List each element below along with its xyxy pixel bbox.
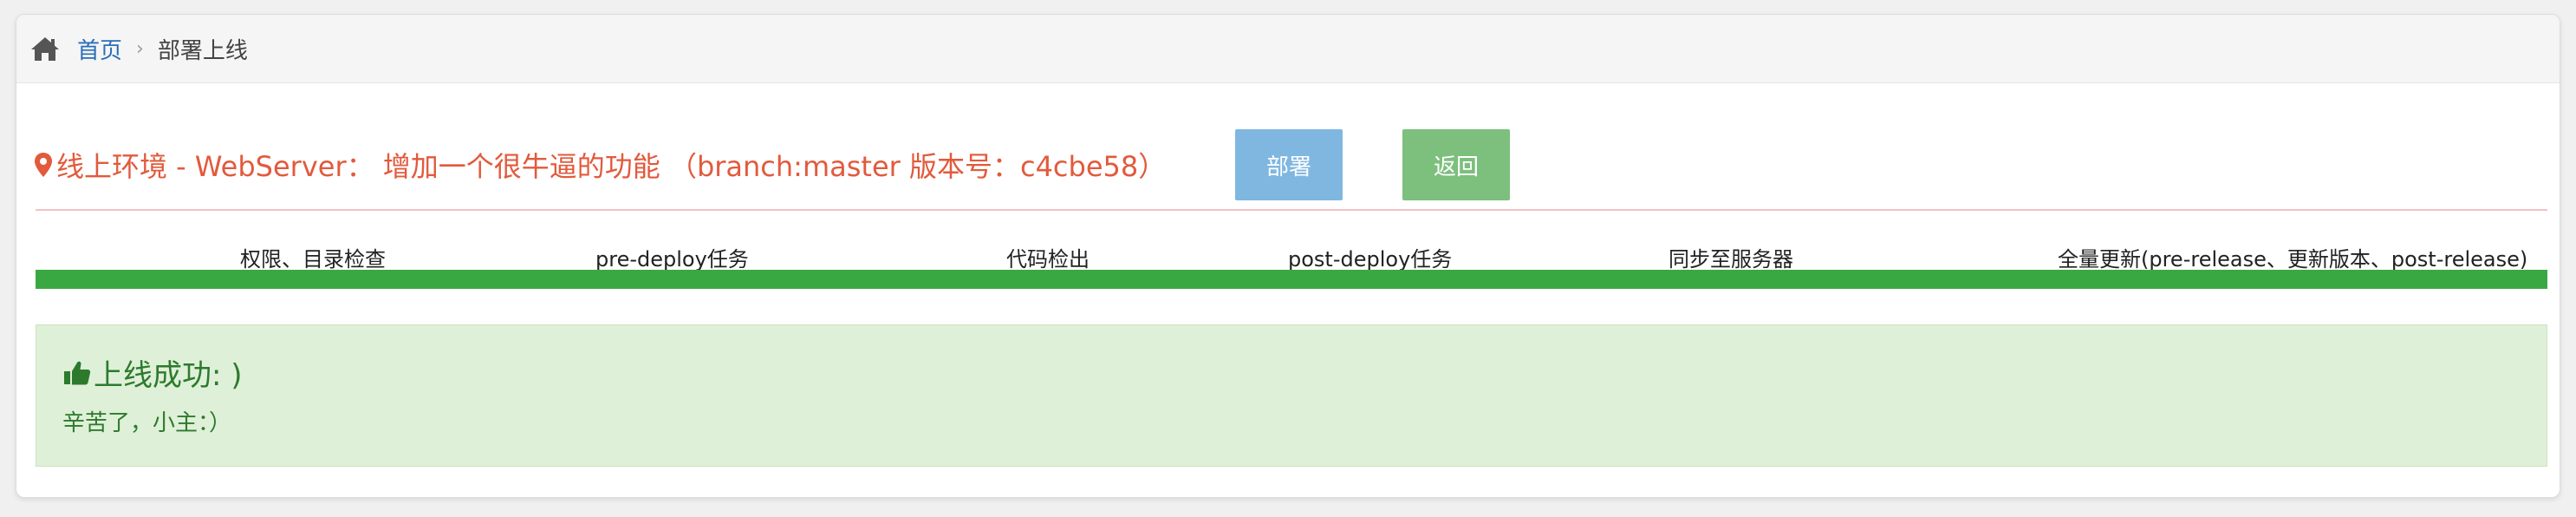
breadcrumb-current: 部署上线 <box>157 37 248 64</box>
deploy-button[interactable]: 部署 <box>1235 129 1343 200</box>
step-label-sync-servers: 同步至服务器 <box>1669 247 1793 272</box>
success-heading: 上线成功: ) <box>62 351 243 394</box>
breadcrumb-home-link[interactable]: 首页 <box>77 33 122 65</box>
step-label-code-checkout: 代码检出 <box>1006 247 1090 272</box>
thumbs-up-icon <box>62 359 92 387</box>
map-marker-icon <box>34 152 53 178</box>
divider <box>36 209 2547 211</box>
app-window: 首页 › 部署上线 线上环境 - WebServer： 增加一个很牛逼的功能 （… <box>16 14 2560 498</box>
success-alert: 上线成功: ) 辛苦了，小主：） <box>36 324 2547 467</box>
breadcrumb: 首页 › 部署上线 <box>16 15 2560 83</box>
step-label-full-update: 全量更新(pre-release、更新版本、post-release) <box>2058 247 2528 272</box>
deploy-progress-fill <box>36 270 2547 289</box>
step-label-pre-deploy: pre-deploy任务 <box>595 247 749 272</box>
step-label-permission-check: 权限、目录检查 <box>240 247 386 272</box>
success-heading-text: 上线成功: ) <box>94 358 243 393</box>
success-message: 辛苦了，小主：） <box>62 410 232 436</box>
step-label-post-deploy: post-deploy任务 <box>1288 247 1453 272</box>
back-button[interactable]: 返回 <box>1402 129 1510 200</box>
deploy-progress-bar <box>36 270 2547 289</box>
page-title: 线上环境 - WebServer： 增加一个很牛逼的功能 （branch:mas… <box>56 150 1167 183</box>
breadcrumb-separator: › <box>136 37 144 60</box>
task-title-row: 线上环境 - WebServer： 增加一个很牛逼的功能 （branch:mas… <box>34 145 1166 185</box>
home-icon[interactable] <box>29 34 62 63</box>
